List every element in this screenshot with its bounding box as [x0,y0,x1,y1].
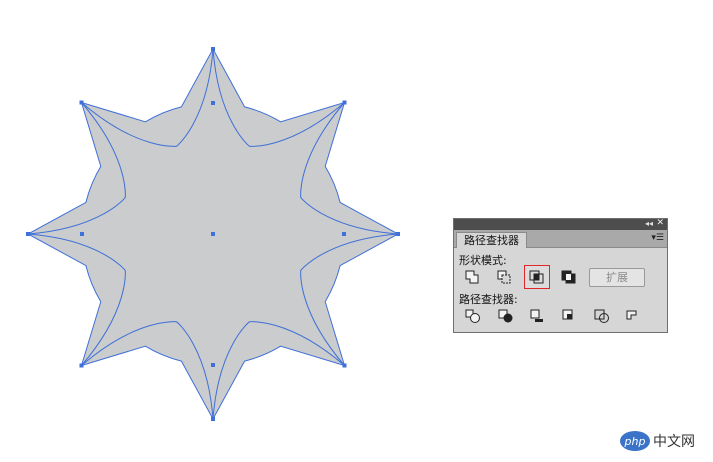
panel-tab-row: 路径查找器 ▾☰ [454,230,667,248]
divide-button[interactable] [462,306,484,326]
tab-pathfinder[interactable]: 路径查找器 [456,232,527,248]
merge-button[interactable] [527,306,549,326]
merge-icon [530,309,543,322]
outline-icon [594,309,609,323]
exclude-icon [561,270,576,284]
unite-button[interactable] [462,267,484,287]
site-watermark: php 中文网 [620,430,695,452]
minus-front-button[interactable] [494,267,516,287]
outline-button[interactable] [591,306,613,326]
anchor-point[interactable] [211,47,215,51]
panel-menu-icon[interactable]: ▾☰ [651,232,664,244]
exclude-button[interactable] [558,267,580,287]
crop-button[interactable] [559,306,581,326]
divide-icon [465,309,480,323]
anchor-points [26,47,400,421]
anchor-point[interactable] [342,232,346,236]
crop-icon [562,309,573,320]
anchor-point[interactable] [342,100,347,105]
anchor-point[interactable] [26,232,30,236]
close-icon[interactable]: ✕ [656,218,664,229]
pathfinders-label: 路径查找器: [459,293,518,306]
double-arrow-left-icon[interactable]: ◂◂ [645,218,653,229]
php-logo: php [620,431,650,451]
anchor-point[interactable] [79,100,84,105]
trim-icon [498,309,513,323]
minus-front-icon [497,270,511,284]
shape-modes-label: 形状模式: [459,254,507,267]
panel-titlebar[interactable]: ◂◂ ✕ [454,218,667,230]
minus-back-button[interactable] [622,306,644,326]
anchor-point[interactable] [342,363,347,368]
site-name: 中文网 [653,434,695,450]
trim-button[interactable] [495,306,517,326]
anchor-point[interactable] [211,232,215,236]
pathfinder-panel: ◂◂ ✕ 路径查找器 ▾☰ 形状模式: 扩展 路径查找器: [453,218,668,333]
anchor-point[interactable] [79,363,84,368]
unite-icon [465,270,479,284]
intersect-button[interactable] [524,265,550,289]
minus-back-icon [626,310,637,320]
intersect-icon [529,270,544,284]
anchor-point[interactable] [80,232,84,236]
anchor-point[interactable] [211,363,215,367]
expand-button[interactable]: 扩展 [589,268,645,287]
anchor-point[interactable] [211,101,215,105]
anchor-point[interactable] [211,417,215,421]
anchor-point[interactable] [396,232,400,236]
